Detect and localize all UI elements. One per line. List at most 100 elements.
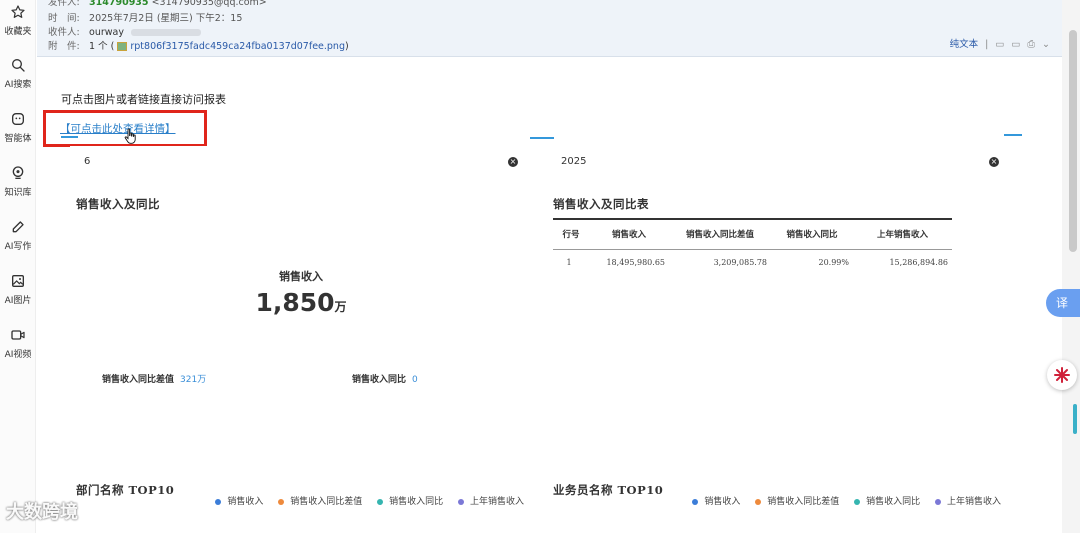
sender-address: <314790935@qq.com> xyxy=(151,0,267,8)
month-filter[interactable]: 6 × xyxy=(70,146,532,180)
kpi-diff: 销售收入同比差值 321万 xyxy=(102,372,206,385)
kpi-yoy: 销售收入同比 0 xyxy=(352,372,418,385)
sidebar-item-ai-write[interactable]: AI写作 xyxy=(0,219,36,252)
col-header: 销售收入同比 xyxy=(771,218,853,250)
window-icon[interactable]: ▭ xyxy=(1011,39,1020,50)
table-header-row: 行号 销售收入 销售收入同比差值 销售收入同比 上年销售收入 xyxy=(553,218,952,250)
scrollbar-thumb[interactable] xyxy=(1069,30,1077,252)
sidebar-item-agent[interactable]: 智能体 xyxy=(0,111,36,144)
legend-item[interactable]: 上年销售收入 xyxy=(457,497,524,507)
assistant-logo-icon xyxy=(1054,367,1070,383)
video-icon xyxy=(11,330,25,340)
legend-item[interactable]: 销售收入 xyxy=(692,497,740,507)
legend-item[interactable]: 销售收入 xyxy=(215,497,263,507)
attachment-file-icon xyxy=(117,42,128,51)
plain-text-button[interactable]: 纯文本 xyxy=(950,39,979,50)
legend-item[interactable]: 销售收入同比差值 xyxy=(278,497,362,507)
kpi-label: 销售收入 xyxy=(279,270,323,283)
translate-button[interactable]: 译 xyxy=(1046,289,1080,317)
table-cell: 20.99% xyxy=(818,257,849,267)
legend-item[interactable]: 销售收入同比 xyxy=(854,497,920,507)
paren: ( xyxy=(110,41,115,52)
agent-icon xyxy=(12,113,24,125)
hand-cursor-icon xyxy=(124,128,136,144)
sidebar-item-label: AI图片 xyxy=(4,296,32,306)
time-value: 2025年7月2日 (星期三) 下午2：15 xyxy=(89,13,243,24)
kpi-yoy-label: 销售收入同比 xyxy=(352,375,407,385)
kpi-yoy-value: 0 xyxy=(412,375,418,385)
sidebar-item-label: AI搜索 xyxy=(4,80,32,90)
side-indicator xyxy=(1073,404,1077,434)
recipient[interactable]: ourway xyxy=(89,27,124,38)
legend-item[interactable]: 销售收入同比 xyxy=(377,497,443,507)
kpi-diff-value: 321万 xyxy=(180,375,207,385)
card-title: 销售收入及同比 xyxy=(76,197,160,211)
legend-label: 销售收入 xyxy=(704,497,741,507)
filter-value: 2025 xyxy=(561,156,587,167)
attach-label: 附 件: xyxy=(48,41,80,52)
kpi-diff-label: 销售收入同比差值 xyxy=(102,375,175,385)
kpi-card: 销售收入及同比 销售收入 1,850万 销售收入同比差值 321万 销售收入同比 0 xyxy=(66,186,536,466)
col-header: 上年销售收入 xyxy=(853,218,952,250)
sidebar-item-label: 知识库 xyxy=(4,188,32,198)
sidebar-item-ai-video[interactable]: AI视频 xyxy=(0,327,36,360)
card-title: 业务员名称 TOP10 xyxy=(553,483,664,497)
watermark: 大数跨境 xyxy=(6,502,78,523)
legend-item[interactable]: 上年销售收入 xyxy=(934,497,1001,507)
legend-label: 销售收入同比差值 xyxy=(767,497,840,507)
legend-dot xyxy=(934,498,941,505)
year-filter[interactable]: 2025 × xyxy=(547,146,1013,180)
clear-icon[interactable]: × xyxy=(508,157,518,167)
sidebar-item-knowledge[interactable]: 知识库 xyxy=(0,165,36,198)
kpi-value: 1,850万 xyxy=(66,288,536,317)
mail-header: 发件人: 314790935 <314790935@qq.com> 时 间: 2… xyxy=(37,0,1062,57)
table-cell: 3,209,085.78 xyxy=(713,257,767,267)
sidebar-item-label: AI写作 xyxy=(4,242,32,252)
sidebar-item-ai-image[interactable]: AI图片 xyxy=(0,273,36,306)
sidebar-item-ai-search[interactable]: AI搜索 xyxy=(0,57,36,90)
from-label: 发件人: xyxy=(48,0,80,8)
clear-icon[interactable]: × xyxy=(989,157,999,167)
image-icon xyxy=(12,275,24,287)
star-icon xyxy=(11,5,25,18)
table-card: 销售收入及同比表 行号 销售收入 销售收入同比差值 销售收入同比 上年销售收入 … xyxy=(543,186,1013,466)
accent-bar xyxy=(61,136,78,138)
salesperson-chart-card: 业务员名称 TOP10 销售收入 销售收入同比差值 销售收入同比 上年销售收入 xyxy=(543,472,1013,533)
sender-name[interactable]: 314790935 xyxy=(89,0,149,8)
to-label: 收件人: xyxy=(48,27,80,38)
paren-close: ) xyxy=(345,41,349,52)
legend-label: 销售收入同比差值 xyxy=(290,497,363,507)
legend-label: 上年销售收入 xyxy=(469,497,524,507)
col-header: 行号 xyxy=(553,218,589,250)
attach-count: 1 个 xyxy=(89,41,108,52)
print-icon[interactable]: ⎙ xyxy=(1027,39,1035,50)
legend-label: 销售收入同比 xyxy=(866,497,921,507)
doc-icon[interactable]: ▭ xyxy=(995,39,1004,50)
assistant-logo[interactable] xyxy=(1047,360,1077,390)
card-title: 销售收入及同比表 xyxy=(553,197,649,211)
sidebar-item-label: 收藏夹 xyxy=(4,27,32,37)
table-cell: 1 xyxy=(566,257,572,267)
legend-item[interactable]: 销售收入同比差值 xyxy=(755,497,839,507)
ai-sidebar: 收藏夹 AI搜索 智能体 知识库 AI写作 AI图片 AI视频 xyxy=(0,0,36,533)
dept-chart-card: 部门名称 TOP10 销售收入 销售收入同比差值 销售收入同比 上年销售收入 xyxy=(66,472,536,533)
legend-dot xyxy=(278,498,285,505)
mail-viewer: 收藏夹 AI搜索 智能体 知识库 AI写作 AI图片 AI视频 发件人: 314… xyxy=(0,0,1080,533)
sidebar-item-label: 智能体 xyxy=(4,134,32,144)
search-icon xyxy=(12,59,25,72)
legend-dot xyxy=(457,498,464,505)
chevron-down-icon[interactable]: ⌄ xyxy=(1042,39,1050,50)
table-row: 1 18,495,980.65 3,209,085.78 20.99% 15,2… xyxy=(553,249,952,275)
chart-legend: 销售收入 销售收入同比差值 销售收入同比 上年销售收入 xyxy=(680,494,1001,507)
attachment-row: 附 件: 1 个 ( rpt806f3175fadc459ca24fba0137d… xyxy=(48,38,349,52)
attachment-link[interactable]: rpt806f3175fadc459ca24fba0137d07fee.png xyxy=(130,41,345,52)
card-title: 部门名称 TOP10 xyxy=(76,483,175,497)
legend-dot xyxy=(755,498,762,505)
recipient-blurred xyxy=(131,29,202,36)
legend-label: 销售收入同比 xyxy=(389,497,444,507)
time-label: 时 间: xyxy=(48,13,80,24)
divider: | xyxy=(985,39,989,50)
sidebar-item-favorites[interactable]: 收藏夹 xyxy=(0,4,36,37)
sidebar-item-label: AI视频 xyxy=(4,350,32,360)
accent-bar xyxy=(1004,134,1022,136)
